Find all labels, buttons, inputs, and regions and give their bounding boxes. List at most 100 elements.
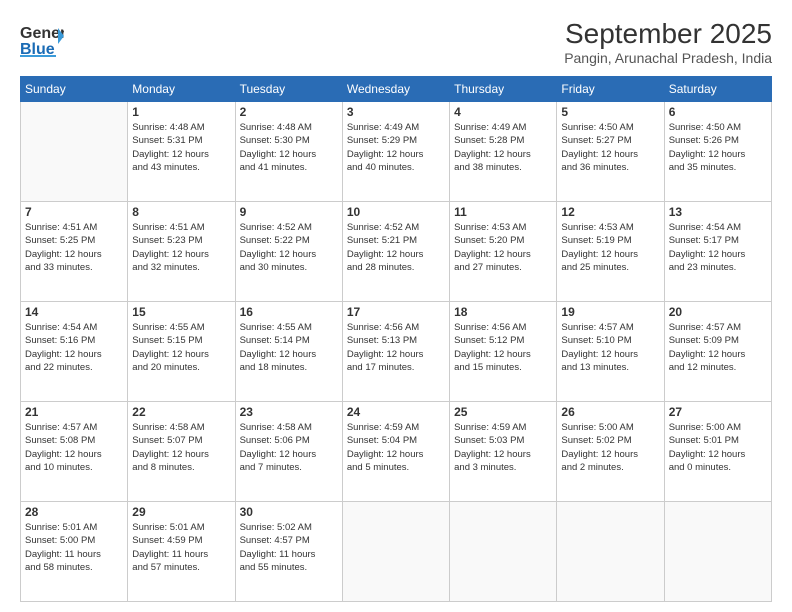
day-info: Sunrise: 4:55 AM Sunset: 5:15 PM Dayligh… (132, 321, 230, 374)
day-number: 9 (240, 205, 338, 219)
day-number: 17 (347, 305, 445, 319)
day-info: Sunrise: 4:57 AM Sunset: 5:10 PM Dayligh… (561, 321, 659, 374)
day-info: Sunrise: 4:59 AM Sunset: 5:04 PM Dayligh… (347, 421, 445, 474)
calendar-week-row: 7Sunrise: 4:51 AM Sunset: 5:25 PM Daylig… (21, 202, 772, 302)
day-info: Sunrise: 4:49 AM Sunset: 5:29 PM Dayligh… (347, 121, 445, 174)
day-number: 16 (240, 305, 338, 319)
day-number: 7 (25, 205, 123, 219)
table-row: 5 Sunrise: 4:50 AM Sunset: 5:27 PM Daylig… (557, 102, 664, 202)
table-row: 3 Sunrise: 4:49 AM Sunset: 5:29 PM Daylig… (342, 102, 449, 202)
day-number: 12 (561, 205, 659, 219)
day-number: 11 (454, 205, 552, 219)
calendar-week-row: 21 Sunrise: 4:57 AM Sunset: 5:08 PM Dayli… (21, 402, 772, 502)
day-number: 22 (132, 405, 230, 419)
page-header: General Blue September 2025 Pangin, Arun… (20, 18, 772, 66)
weekday-header-row: Sunday Monday Tuesday Wednesday Thursday… (21, 77, 772, 102)
day-number: 24 (347, 405, 445, 419)
table-row: 13Sunrise: 4:54 AM Sunset: 5:17 PM Dayli… (664, 202, 771, 302)
day-info: Sunrise: 4:56 AM Sunset: 5:12 PM Dayligh… (454, 321, 552, 374)
table-row: 25 Sunrise: 4:59 AM Sunset: 5:03 PM Dayli… (450, 402, 557, 502)
day-info: Sunrise: 4:48 AM Sunset: 5:30 PM Dayligh… (240, 121, 338, 174)
day-number: 21 (25, 405, 123, 419)
calendar-title: September 2025 (564, 18, 772, 50)
header-tuesday: Tuesday (235, 77, 342, 102)
day-info: Sunrise: 4:56 AM Sunset: 5:13 PM Dayligh… (347, 321, 445, 374)
day-info: Sunrise: 4:49 AM Sunset: 5:28 PM Dayligh… (454, 121, 552, 174)
day-number: 29 (132, 505, 230, 519)
table-row: 10Sunrise: 4:52 AM Sunset: 5:21 PM Dayli… (342, 202, 449, 302)
day-number: 13 (669, 205, 767, 219)
day-number: 25 (454, 405, 552, 419)
table-row: 19 Sunrise: 4:57 AM Sunset: 5:10 PM Dayli… (557, 302, 664, 402)
header-monday: Monday (128, 77, 235, 102)
title-block: September 2025 Pangin, Arunachal Pradesh… (564, 18, 772, 66)
day-info: Sunrise: 4:50 AM Sunset: 5:27 PM Dayligh… (561, 121, 659, 174)
table-row: 26 Sunrise: 5:00 AM Sunset: 5:02 PM Dayli… (557, 402, 664, 502)
table-row: 16 Sunrise: 4:55 AM Sunset: 5:14 PM Dayli… (235, 302, 342, 402)
table-row: 22 Sunrise: 4:58 AM Sunset: 5:07 PM Dayli… (128, 402, 235, 502)
table-row: 12Sunrise: 4:53 AM Sunset: 5:19 PM Dayli… (557, 202, 664, 302)
table-row (664, 502, 771, 602)
day-number: 8 (132, 205, 230, 219)
svg-text:General: General (20, 25, 64, 42)
header-friday: Friday (557, 77, 664, 102)
day-info: Sunrise: 4:50 AM Sunset: 5:26 PM Dayligh… (669, 121, 767, 174)
table-row: 20 Sunrise: 4:57 AM Sunset: 5:09 PM Dayli… (664, 302, 771, 402)
calendar-subtitle: Pangin, Arunachal Pradesh, India (564, 50, 772, 66)
table-row: 1Sunrise: 4:48 AM Sunset: 5:31 PM Daylig… (128, 102, 235, 202)
day-number: 1 (132, 105, 230, 119)
day-info: Sunrise: 4:52 AM Sunset: 5:22 PM Dayligh… (240, 221, 338, 274)
day-number: 6 (669, 105, 767, 119)
day-number: 28 (25, 505, 123, 519)
day-info: Sunrise: 5:01 AM Sunset: 4:59 PM Dayligh… (132, 521, 230, 574)
table-row (557, 502, 664, 602)
table-row: 11 Sunrise: 4:53 AM Sunset: 5:20 PM Dayli… (450, 202, 557, 302)
table-row (21, 102, 128, 202)
calendar-week-row: 28 Sunrise: 5:01 AM Sunset: 5:00 PM Dayli… (21, 502, 772, 602)
day-info: Sunrise: 4:57 AM Sunset: 5:08 PM Dayligh… (25, 421, 123, 474)
table-row: 9 Sunrise: 4:52 AM Sunset: 5:22 PM Daylig… (235, 202, 342, 302)
table-row (342, 502, 449, 602)
header-saturday: Saturday (664, 77, 771, 102)
day-number: 5 (561, 105, 659, 119)
table-row: 14Sunrise: 4:54 AM Sunset: 5:16 PM Dayli… (21, 302, 128, 402)
table-row: 17 Sunrise: 4:56 AM Sunset: 5:13 PM Dayli… (342, 302, 449, 402)
day-number: 18 (454, 305, 552, 319)
day-number: 15 (132, 305, 230, 319)
day-number: 27 (669, 405, 767, 419)
day-number: 4 (454, 105, 552, 119)
day-number: 2 (240, 105, 338, 119)
header-wednesday: Wednesday (342, 77, 449, 102)
day-info: Sunrise: 4:55 AM Sunset: 5:14 PM Dayligh… (240, 321, 338, 374)
day-info: Sunrise: 4:57 AM Sunset: 5:09 PM Dayligh… (669, 321, 767, 374)
day-info: Sunrise: 4:58 AM Sunset: 5:07 PM Dayligh… (132, 421, 230, 474)
day-number: 26 (561, 405, 659, 419)
day-number: 20 (669, 305, 767, 319)
table-row: 7Sunrise: 4:51 AM Sunset: 5:25 PM Daylig… (21, 202, 128, 302)
table-row: 24 Sunrise: 4:59 AM Sunset: 5:04 PM Dayli… (342, 402, 449, 502)
day-number: 10 (347, 205, 445, 219)
table-row: 21 Sunrise: 4:57 AM Sunset: 5:08 PM Dayli… (21, 402, 128, 502)
table-row: 6 Sunrise: 4:50 AM Sunset: 5:26 PM Daylig… (664, 102, 771, 202)
table-row: 15 Sunrise: 4:55 AM Sunset: 5:15 PM Dayli… (128, 302, 235, 402)
logo: General Blue (20, 18, 64, 58)
day-info: Sunrise: 4:59 AM Sunset: 5:03 PM Dayligh… (454, 421, 552, 474)
header-sunday: Sunday (21, 77, 128, 102)
calendar-week-row: 14Sunrise: 4:54 AM Sunset: 5:16 PM Dayli… (21, 302, 772, 402)
day-number: 19 (561, 305, 659, 319)
day-number: 3 (347, 105, 445, 119)
table-row: 23 Sunrise: 4:58 AM Sunset: 5:06 PM Dayli… (235, 402, 342, 502)
day-number: 23 (240, 405, 338, 419)
day-info: Sunrise: 4:58 AM Sunset: 5:06 PM Dayligh… (240, 421, 338, 474)
day-info: Sunrise: 5:01 AM Sunset: 5:00 PM Dayligh… (25, 521, 123, 574)
table-row: 4 Sunrise: 4:49 AM Sunset: 5:28 PM Daylig… (450, 102, 557, 202)
day-info: Sunrise: 5:00 AM Sunset: 5:02 PM Dayligh… (561, 421, 659, 474)
day-info: Sunrise: 4:53 AM Sunset: 5:20 PM Dayligh… (454, 221, 552, 274)
table-row: 28 Sunrise: 5:01 AM Sunset: 5:00 PM Dayli… (21, 502, 128, 602)
table-row (450, 502, 557, 602)
day-info: Sunrise: 5:02 AM Sunset: 4:57 PM Dayligh… (240, 521, 338, 574)
table-row: 8Sunrise: 4:51 AM Sunset: 5:23 PM Daylig… (128, 202, 235, 302)
calendar-table: Sunday Monday Tuesday Wednesday Thursday… (20, 76, 772, 602)
header-thursday: Thursday (450, 77, 557, 102)
logo-icon: General Blue (20, 18, 64, 58)
